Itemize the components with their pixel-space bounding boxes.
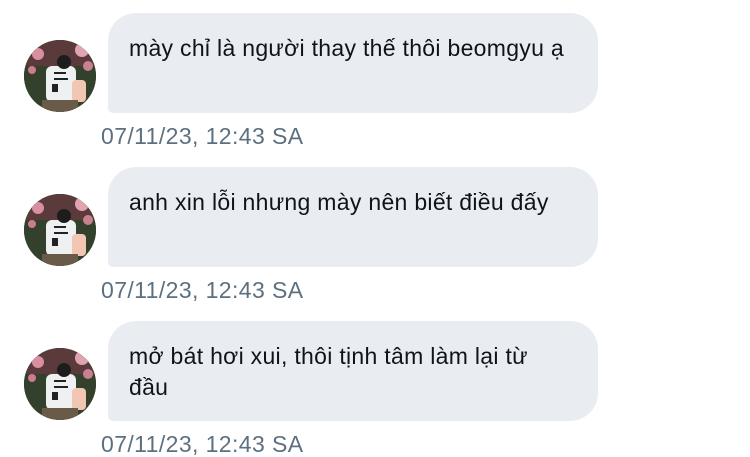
sender-avatar[interactable]	[24, 194, 96, 266]
message-bubble[interactable]: mày chỉ là người thay thế thôi beomgyu ạ	[108, 13, 598, 113]
avatar-photo-icon	[24, 194, 96, 266]
message-bubble[interactable]: mở bát hơi xui, thôi tịnh tâm làm lại từ…	[108, 321, 598, 421]
sender-avatar[interactable]	[24, 348, 96, 420]
message-thread: mày chỉ là người thay thế thôi beomgyu ạ…	[0, 0, 750, 457]
message-timestamp: 07/11/23, 12:43 SA	[101, 431, 304, 457]
message-text: anh xin lỗi nhưng mày nên biết điều đấy	[129, 189, 549, 215]
sender-avatar[interactable]	[24, 40, 96, 112]
message-bubble[interactable]: anh xin lỗi nhưng mày nên biết điều đấy	[108, 167, 598, 267]
avatar-photo-icon	[24, 348, 96, 420]
avatar-photo-icon	[24, 40, 96, 112]
message-text: mày chỉ là người thay thế thôi beomgyu ạ	[129, 35, 564, 61]
message-timestamp: 07/11/23, 12:43 SA	[101, 277, 304, 303]
message-text: mở bát hơi xui, thôi tịnh tâm làm lại từ…	[129, 343, 528, 400]
message-timestamp: 07/11/23, 12:43 SA	[101, 123, 304, 149]
